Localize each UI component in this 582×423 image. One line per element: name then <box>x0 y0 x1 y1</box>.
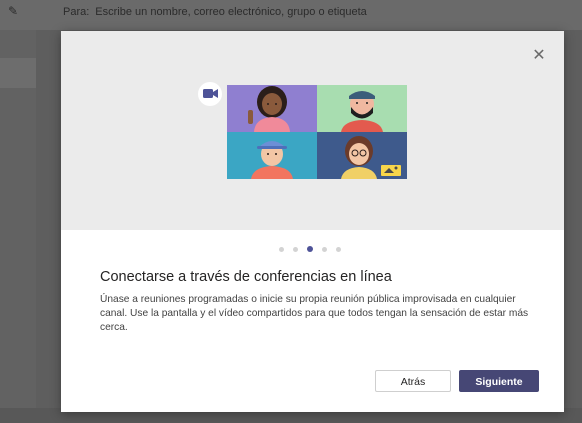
video-call-illustration <box>198 82 407 179</box>
dialog-description: Únase a reuniones programadas o inicie s… <box>100 294 529 333</box>
to-placeholder: Escribe un nombre, correo electrónico, g… <box>95 6 367 18</box>
pager-dot[interactable] <box>336 246 341 252</box>
to-field[interactable]: Para: Escribe un nombre, correo electróni… <box>63 6 367 18</box>
video-camera-icon <box>198 82 222 106</box>
to-label: Para: <box>63 6 90 18</box>
participant-tile-3 <box>227 132 317 179</box>
pager-dot-active[interactable] <box>307 246 313 252</box>
back-button[interactable]: Atrás <box>375 370 451 392</box>
compose-header: ✎ Para: Escribe un nombre, correo electró… <box>0 0 582 30</box>
pager-dot[interactable] <box>279 246 284 252</box>
participant-tile-1 <box>227 85 317 132</box>
step-pager <box>279 245 349 253</box>
participant-tile-2 <box>317 85 407 132</box>
next-button[interactable]: Siguiente <box>459 370 539 392</box>
compose-icon[interactable]: ✎ <box>8 5 20 17</box>
hero-area: ✕ <box>61 31 564 230</box>
participant-tile-4 <box>317 132 407 179</box>
pager-dot[interactable] <box>322 246 327 252</box>
left-rail <box>0 30 36 423</box>
left-rail-item[interactable] <box>0 58 36 88</box>
close-icon[interactable]: ✕ <box>529 45 549 65</box>
pager-dot[interactable] <box>293 246 298 252</box>
dialog-title: Conectarse a través de conferencias en l… <box>100 269 392 285</box>
onboarding-dialog: ✕ Conectarse a través de conferencias en… <box>61 31 564 412</box>
